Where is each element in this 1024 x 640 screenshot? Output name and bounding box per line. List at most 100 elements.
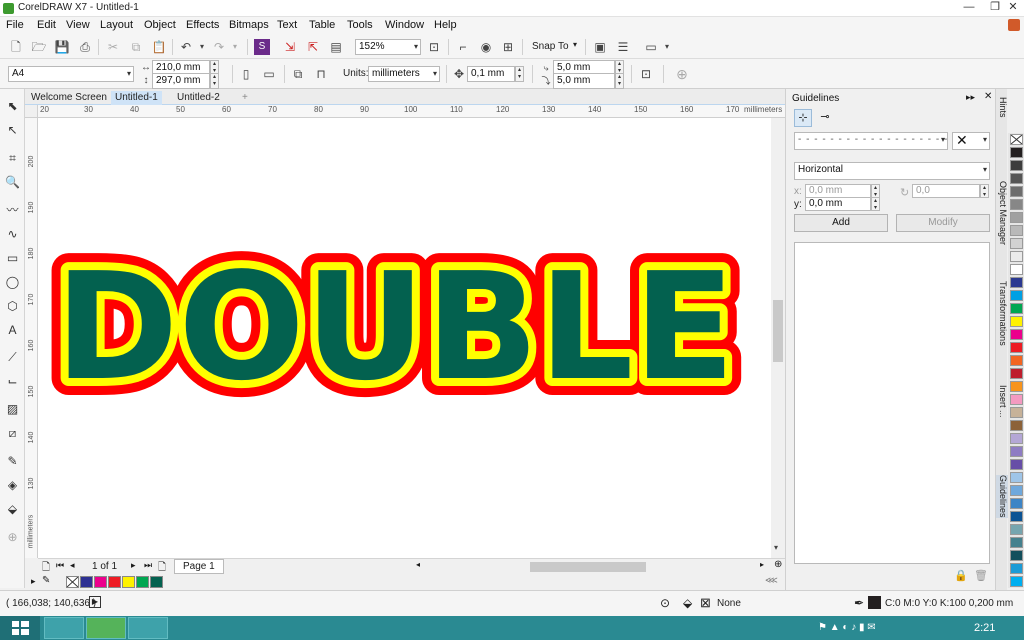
fill-icon[interactable]: ⬙ [683,596,692,610]
connector-tool-icon[interactable]: ⌙ [4,373,21,390]
palette-swatch[interactable] [1010,433,1023,444]
no-color-swatch[interactable] [66,576,79,588]
palette-swatch[interactable] [1010,381,1023,392]
palette-menu-icon[interactable]: ▸ [31,576,36,587]
nudge-distance-spinner[interactable]: ▴ ▾ [515,66,524,82]
menu-help[interactable]: Help [434,19,457,31]
palette-swatch[interactable] [1010,485,1023,496]
crop-tool-icon[interactable]: ⌗ [4,150,21,167]
chrome-icon[interactable] [128,617,168,639]
palette-swatch[interactable] [1010,576,1023,587]
duplicate-distance-y-spinner[interactable]: ▴ ▾ [615,73,624,89]
application-launcher-icon[interactable]: ▭ [643,39,659,55]
eyedropper-icon[interactable]: ✎ [42,575,50,586]
palette-swatch[interactable] [1010,524,1023,535]
guideline-angle-spinner[interactable]: ▴ ▾ [980,184,989,198]
palette-swatch[interactable] [1010,394,1023,405]
artistic-media-tool-icon[interactable]: ∿ [4,226,21,243]
paste-icon[interactable]: 📋 [151,39,167,55]
welcome-screen-icon[interactable]: ▣ [592,39,608,55]
color-swatch[interactable] [108,576,121,588]
modify-guideline-button[interactable]: Modify [896,214,990,232]
minimize-icon[interactable]: — [956,0,982,16]
add-tool-icon[interactable]: ⊕ [4,529,21,546]
color-swatch[interactable] [122,576,135,588]
page-background-icon[interactable]: ⊡ [638,66,654,82]
page-size-select[interactable]: A4 ▾ [8,66,134,82]
chevron-down-icon[interactable]: ▾ [659,39,675,55]
palette-swatch[interactable] [1010,368,1023,379]
freehand-tool-icon[interactable]: 〰 [4,202,21,219]
zoom-level-select[interactable]: 152% ▾ [355,39,421,55]
nudge-distance-field[interactable]: 0,1 mm [467,66,515,82]
next-page-icon[interactable]: ▸ [131,560,136,571]
new-document-icon[interactable]: 🗋 [8,39,24,55]
interactive-fill-tool-icon[interactable]: ◈ [4,477,21,494]
palette-swatch[interactable] [1010,563,1023,574]
palette-swatch[interactable] [1010,329,1023,340]
show-guidelines-icon[interactable]: ◉ [478,39,494,55]
current-page-icon[interactable]: ⊓ [313,66,329,82]
artwork-svg[interactable]: DOUBLE DOUBLE DOUBLE [38,118,771,558]
add-toolbar-item-icon[interactable]: ⊕ [674,66,690,82]
undo-dropdown-icon[interactable]: ▾ [194,39,210,55]
menu-edit[interactable]: Edit [37,19,56,31]
play-icon[interactable]: ▶ [89,596,101,608]
color-swatch[interactable] [94,576,107,588]
tab-guidelines[interactable]: Guidelines [996,475,1008,518]
menu-window[interactable]: Window [385,19,424,31]
tab-transformations[interactable]: Transformations [996,281,1008,346]
drawing-canvas[interactable]: DOUBLE DOUBLE DOUBLE [38,118,771,558]
rectangle-tool-icon[interactable]: ▭ [4,250,21,267]
undo-icon[interactable]: ↶ [178,39,194,55]
guideline-style-select[interactable]: - - - - - - - - - - - - - - - - - - - - … [794,132,948,150]
palette-swatch[interactable] [1010,537,1023,548]
vertical-ruler[interactable]: 200 190 180 170 160 150 140 130 millimet… [25,118,38,558]
tab-untitled-1[interactable]: Untitled-1 [111,91,162,105]
windows-start-icon[interactable] [0,616,40,640]
no-color-swatch[interactable] [1010,134,1023,145]
scroll-right-icon[interactable]: ▸ [760,560,764,569]
color-swatch[interactable] [150,576,163,588]
first-page-icon[interactable]: ⏮ [56,560,64,571]
ruler-origin[interactable] [25,105,38,118]
landscape-icon[interactable]: ▭ [261,66,277,82]
chevron-down-icon[interactable]: ▾ [573,40,577,49]
palette-swatch[interactable] [1010,173,1023,184]
delete-icon[interactable]: 🗑 [974,569,988,582]
menu-layout[interactable]: Layout [100,19,133,31]
tab-hints[interactable]: Hints [996,97,1008,118]
horizontal-ruler[interactable]: 20 30 40 50 60 70 80 90 100 110 120 130 … [38,105,785,118]
palette-swatch[interactable] [1010,446,1023,457]
user-account-icon[interactable] [1008,19,1020,31]
menu-object[interactable]: Object [144,19,176,31]
units-select[interactable]: millimeters ▾ [368,66,440,82]
duplicate-distance-y-field[interactable]: 5,0 mm [553,73,615,89]
horizontal-scroll-thumb[interactable] [530,562,646,572]
shape-tool-icon[interactable]: ↖ [4,122,21,139]
palette-swatch[interactable] [1010,225,1023,236]
menu-effects[interactable]: Effects [186,19,219,31]
tab-object-manager[interactable]: Object Manager [996,181,1008,245]
color-swatch[interactable] [136,576,149,588]
tab-insert[interactable]: Insert ... [996,385,1008,418]
palette-swatch[interactable] [1010,212,1023,223]
palette-swatch[interactable] [1010,238,1023,249]
palette-swatch[interactable] [1010,199,1023,210]
tray-icons[interactable]: ⚑ ▲ ◐ ♪ ▮ ✉ [818,622,876,633]
show-rulers-icon[interactable]: ⌐ [455,39,471,55]
guideline-orientation-select[interactable]: Horizontal ▾ [794,162,990,180]
guideline-y-field[interactable]: 0,0 mm [805,197,871,211]
snap-to-button[interactable]: Snap To [532,41,569,52]
palette-swatch[interactable] [1010,147,1023,158]
docker-options-icon[interactable]: ▸▸ [966,92,975,103]
page-height-field[interactable]: 297,0 mm [152,73,210,89]
guidelines-mode-icon[interactable]: ⊹ [794,109,812,127]
vertical-scrollbar[interactable]: ▾ [771,118,785,558]
transparency-tool-icon[interactable]: ⧄ [4,425,21,442]
cut-icon[interactable]: ✂ [105,39,121,55]
smart-fill-tool-icon[interactable]: ⬙ [4,501,21,518]
scroll-down-icon[interactable]: ▾ [774,543,778,552]
file-explorer-icon[interactable] [44,617,84,639]
guideline-y-spinner[interactable]: ▴ ▾ [871,197,880,211]
